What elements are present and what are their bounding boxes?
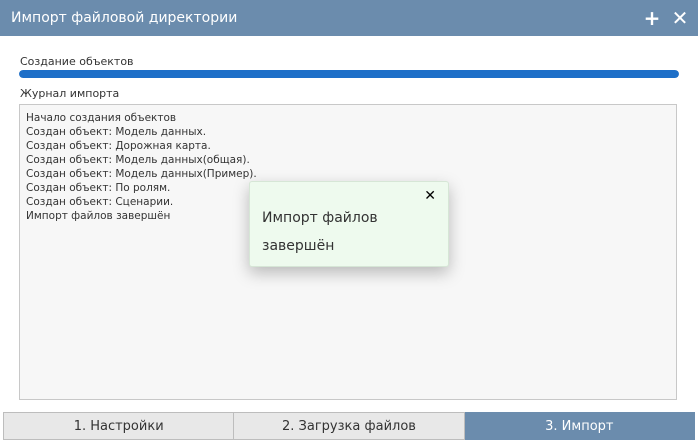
wizard-tabs: 1. Настройки 2. Загрузка файлов 3. Импор…: [3, 412, 695, 440]
plus-icon[interactable]: +: [641, 7, 663, 29]
progress-label: Создание объектов: [20, 55, 134, 68]
log-line: Начало создания объектов: [26, 112, 177, 124]
tab-settings[interactable]: 1. Настройки: [3, 412, 235, 440]
close-icon[interactable]: ✕: [424, 188, 436, 204]
window-titlebar: Импорт файловой директории + ✕: [0, 0, 698, 36]
tab-file-upload[interactable]: 2. Загрузка файлов: [234, 412, 465, 440]
close-icon[interactable]: ✕: [669, 7, 691, 29]
progress-fill: [19, 70, 679, 78]
log-line: Создан объект: Модель данных.: [26, 126, 207, 138]
log-label: Журнал импорта: [20, 87, 120, 100]
log-line: Создан объект: Дорожная карта.: [26, 140, 211, 152]
progress-bar: [19, 70, 679, 78]
toast-message: Импорт файлов завершён: [262, 210, 378, 254]
tab-import[interactable]: 3. Импорт: [464, 412, 695, 440]
window-title: Импорт файловой директории: [11, 10, 238, 26]
notification-toast: Импорт файлов завершён ✕: [249, 181, 449, 267]
log-line: Создан объект: Модель данных(общая).: [26, 154, 250, 166]
log-line: Создан объект: Модель данных(Пример).: [26, 168, 257, 180]
